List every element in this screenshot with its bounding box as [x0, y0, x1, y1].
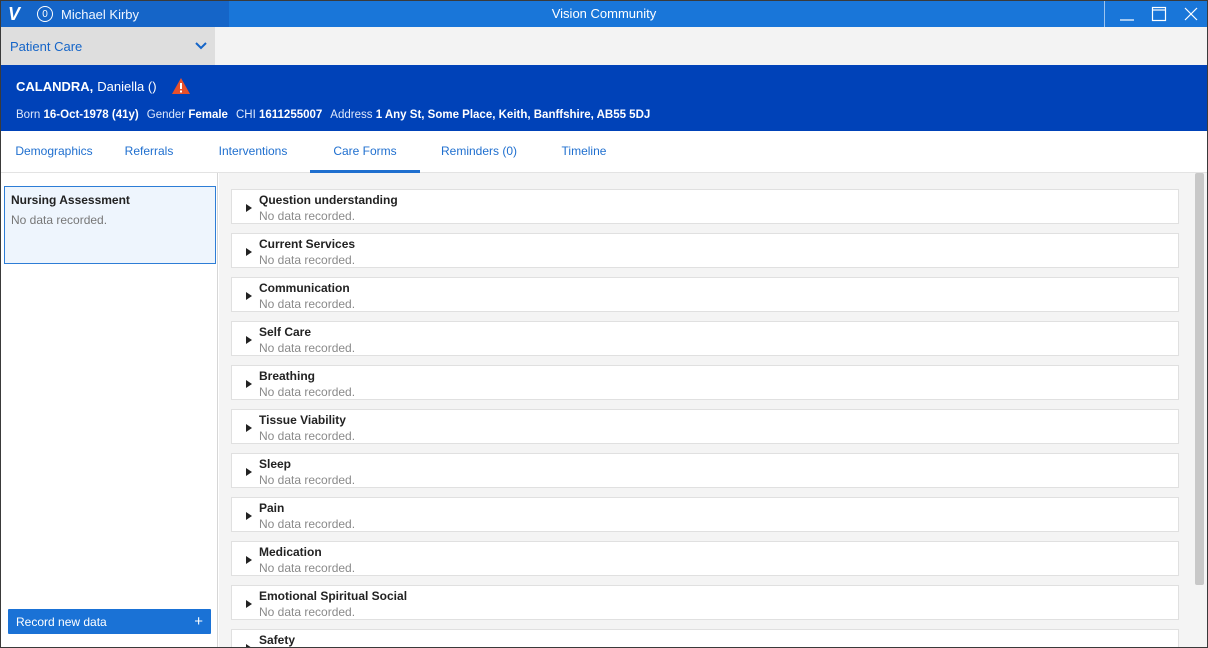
tab-reminders[interactable]: Reminders (0)	[431, 131, 527, 173]
user-name[interactable]: Michael Kirby	[61, 7, 139, 22]
maximize-icon	[1151, 6, 1167, 22]
vision-logo: V	[7, 3, 20, 24]
section-status: No data recorded.	[259, 253, 356, 267]
minimize-button[interactable]	[1111, 1, 1143, 27]
expand-arrow-icon[interactable]	[246, 424, 252, 432]
close-icon	[1184, 7, 1198, 21]
gender-label: Gender	[146, 109, 186, 121]
maximize-button[interactable]	[1143, 1, 1175, 27]
minimize-icon	[1120, 19, 1134, 21]
user-area: V 0 Michael Kirby	[1, 1, 229, 27]
tab-bar: Demographics Referrals Interventions Car…	[1, 131, 1207, 173]
gender-value: Female	[188, 109, 228, 121]
section-tissue-viability[interactable]: Tissue Viability No data recorded.	[231, 409, 1179, 444]
record-new-data-button[interactable]: Record new data +	[8, 609, 211, 634]
section-pain[interactable]: Pain No data recorded.	[231, 497, 1179, 532]
section-title: Current Services	[259, 237, 356, 251]
section-status: No data recorded.	[259, 341, 356, 355]
section-safety[interactable]: Safety	[231, 629, 1179, 647]
section-status: No data recorded.	[259, 473, 356, 487]
tab-interventions[interactable]: Interventions	[208, 131, 298, 173]
warning-icon[interactable]	[171, 77, 191, 95]
expand-arrow-icon[interactable]	[246, 380, 252, 388]
tab-referrals[interactable]: Referrals	[113, 131, 185, 173]
section-title: Pain	[259, 501, 285, 515]
section-status: No data recorded.	[259, 385, 356, 399]
record-new-data-label: Record new data	[16, 614, 107, 629]
care-forms-list: Nursing Assessment No data recorded. Rec…	[1, 173, 218, 647]
form-item-nursing-assessment[interactable]: Nursing Assessment No data recorded.	[4, 186, 216, 264]
chi-label: CHI	[235, 109, 256, 121]
section-emotional-spiritual-social[interactable]: Emotional Spiritual Social No data recor…	[231, 585, 1179, 620]
expand-arrow-icon[interactable]	[246, 644, 252, 647]
expand-arrow-icon[interactable]	[246, 468, 252, 476]
born-value: 16-Oct-1978 (41y)	[43, 109, 139, 121]
section-self-care[interactable]: Self Care No data recorded.	[231, 321, 1179, 356]
patient-name-row: CALANDRA, Daniella ()	[16, 77, 191, 95]
patient-banner: CALANDRA, Daniella () Born 16-Oct-1978 (…	[1, 65, 1207, 131]
section-sleep[interactable]: Sleep No data recorded.	[231, 453, 1179, 488]
patient-details: Born 16-Oct-1978 (41y) Gender Female CHI…	[16, 109, 658, 121]
app-window: V 0 Michael Kirby Vision Community Patie…	[0, 0, 1208, 648]
plus-icon: +	[194, 613, 203, 630]
expand-arrow-icon[interactable]	[246, 204, 252, 212]
close-button[interactable]	[1175, 1, 1207, 27]
section-title: Communication	[259, 281, 350, 295]
address-value: 1 Any St, Some Place, Keith, Banffshire,…	[375, 109, 651, 121]
scrollbar-thumb[interactable]	[1195, 173, 1204, 585]
address-label: Address	[330, 109, 373, 121]
window-controls	[1104, 1, 1207, 27]
section-title: Emotional Spiritual Social	[259, 589, 408, 603]
module-dropdown-value: Patient Care	[10, 38, 83, 54]
form-status: No data recorded.	[11, 213, 108, 227]
tab-timeline[interactable]: Timeline	[551, 131, 617, 173]
expand-arrow-icon[interactable]	[246, 512, 252, 520]
module-bar: Patient Care	[1, 27, 1207, 65]
expand-arrow-icon[interactable]	[246, 600, 252, 608]
user-count-badge[interactable]: 0	[37, 6, 53, 22]
section-current-services[interactable]: Current Services No data recorded.	[231, 233, 1179, 268]
vertical-scrollbar[interactable]	[1191, 173, 1207, 647]
expand-arrow-icon[interactable]	[246, 248, 252, 256]
section-title: Sleep	[259, 457, 292, 471]
section-title: Tissue Viability	[259, 413, 346, 427]
section-status: No data recorded.	[259, 429, 356, 443]
form-sections-panel: Question understanding No data recorded.…	[219, 173, 1191, 647]
born-label: Born	[16, 109, 41, 121]
section-title: Question understanding	[259, 193, 398, 207]
section-status: No data recorded.	[259, 209, 356, 223]
section-status: No data recorded.	[259, 297, 356, 311]
tab-demographics[interactable]: Demographics	[5, 131, 103, 173]
expand-arrow-icon[interactable]	[246, 556, 252, 564]
section-communication[interactable]: Communication No data recorded.	[231, 277, 1179, 312]
section-status: No data recorded.	[259, 605, 356, 619]
title-bar: V 0 Michael Kirby Vision Community	[1, 1, 1207, 27]
section-title: Safety	[259, 633, 296, 647]
section-status: No data recorded.	[259, 561, 356, 575]
module-dropdown[interactable]: Patient Care	[1, 27, 215, 65]
section-title: Self Care	[259, 325, 312, 339]
section-status: No data recorded.	[259, 517, 356, 531]
title-divider	[1104, 1, 1105, 27]
expand-arrow-icon[interactable]	[246, 336, 252, 344]
chi-value: 1611255007	[258, 109, 323, 121]
form-title: Nursing Assessment	[11, 193, 130, 207]
patient-forename: Daniella ()	[97, 78, 157, 94]
section-title: Medication	[259, 545, 322, 559]
patient-surname: CALANDRA,	[16, 78, 94, 94]
expand-arrow-icon[interactable]	[246, 292, 252, 300]
chevron-down-icon	[195, 42, 207, 50]
section-medication[interactable]: Medication No data recorded.	[231, 541, 1179, 576]
section-question-understanding[interactable]: Question understanding No data recorded.	[231, 189, 1179, 224]
section-breathing[interactable]: Breathing No data recorded.	[231, 365, 1179, 400]
tab-care-forms[interactable]: Care Forms	[310, 131, 420, 173]
section-title: Breathing	[259, 369, 316, 383]
